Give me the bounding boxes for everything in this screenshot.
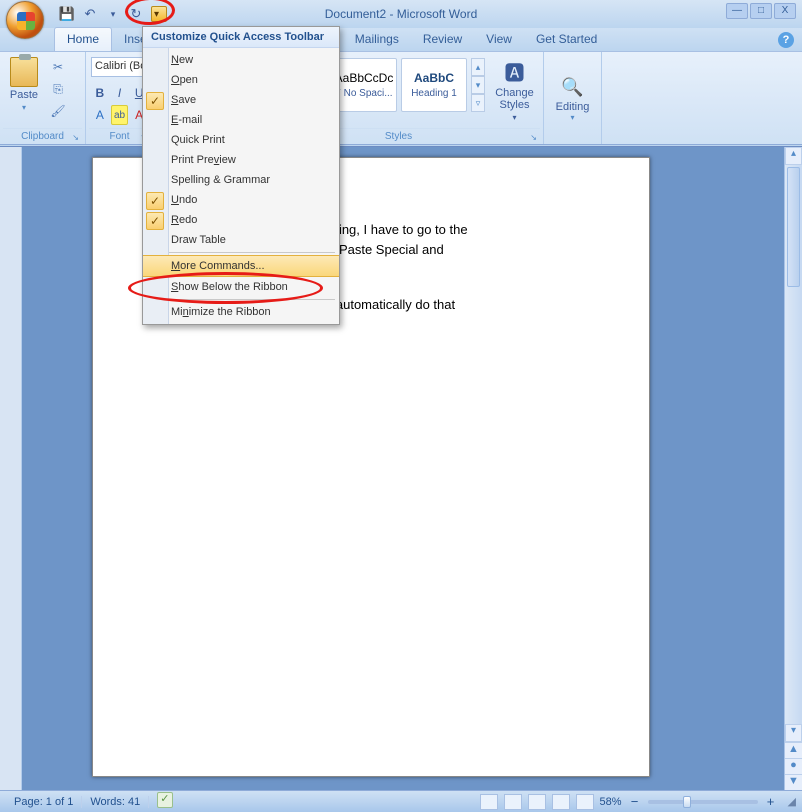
qat-undo-icon[interactable]: ↶ — [82, 6, 98, 22]
qat-menu-draw-table[interactable]: Draw Table — [143, 230, 339, 250]
view-full-screen-icon[interactable] — [504, 794, 522, 810]
vertical-scrollbar[interactable]: ▴ ▾ ▲ ● ▼ — [784, 147, 802, 790]
document-area[interactable]: hout any formatting, I have to go to the… — [22, 147, 784, 790]
group-editing: 🔍 Editing ▾ — [544, 52, 602, 144]
highlight-button[interactable]: ab — [111, 105, 129, 125]
spell-check-icon[interactable] — [157, 792, 173, 808]
paste-button[interactable]: Paste — [3, 54, 45, 120]
view-draft-icon[interactable] — [576, 794, 594, 810]
qat-menu-header: Customize Quick Access Toolbar — [143, 27, 339, 48]
text-effects-button[interactable]: A — [91, 105, 109, 125]
office-button[interactable] — [6, 1, 44, 39]
tab-view[interactable]: View — [474, 28, 524, 51]
view-print-layout-icon[interactable] — [480, 794, 498, 810]
group-clipboard: Paste ✂ ⎘ 🖌 Clipboard — [0, 52, 86, 144]
qat-menu-save[interactable]: ✓Save — [143, 90, 339, 110]
find-icon: 🔍 — [561, 77, 583, 98]
editing-button[interactable]: 🔍 Editing ▾ — [556, 77, 590, 122]
qat-menu-undo[interactable]: ✓Undo — [143, 190, 339, 210]
resize-grip-icon[interactable]: ◢ — [788, 795, 796, 808]
window-maximize-button[interactable]: □ — [750, 3, 772, 19]
format-painter-icon[interactable]: 🖌 — [49, 102, 67, 120]
italic-button[interactable]: I — [111, 83, 129, 103]
style-heading-1[interactable]: AaBbC Heading 1 — [401, 58, 467, 112]
gallery-more-icon[interactable]: ▿ — [471, 94, 485, 112]
check-icon: ✓ — [146, 192, 164, 210]
status-words[interactable]: Words: 41 — [82, 796, 149, 808]
zoom-level[interactable]: 58% — [600, 796, 622, 808]
gallery-down-icon[interactable]: ▾ — [471, 76, 485, 94]
ribbon-tabs: Home Insert Page Layout References Maili… — [0, 28, 802, 52]
change-styles-icon: 🅰 — [501, 57, 529, 85]
font-name-combo[interactable]: Calibri (Bo — [91, 57, 148, 77]
style-no-spacing[interactable]: AaBbCcDc ¶ No Spaci... — [331, 58, 397, 112]
status-bar: Page: 1 of 1 Words: 41 58% − + ◢ — [0, 790, 802, 812]
ribbon: Paste ✂ ⎘ 🖌 Clipboard Calibri (Bo B I U … — [0, 52, 802, 145]
browse-prev-icon[interactable]: ▲ — [785, 742, 802, 758]
change-styles-button[interactable]: 🅰 Change Styles ▾ — [489, 54, 540, 122]
browse-next-icon[interactable]: ▼ — [785, 774, 802, 790]
paste-label: Paste — [10, 89, 38, 101]
zoom-in-button[interactable]: + — [764, 794, 778, 809]
group-label-font[interactable]: Font — [89, 128, 150, 144]
menu-separator — [169, 252, 335, 253]
scroll-thumb[interactable] — [787, 167, 800, 287]
browse-object-icon[interactable]: ● — [785, 758, 802, 774]
zoom-slider-handle[interactable] — [683, 796, 691, 808]
tab-get-started[interactable]: Get Started — [524, 28, 609, 51]
qat-menu-new[interactable]: New — [143, 50, 339, 70]
tab-mailings[interactable]: Mailings — [343, 28, 411, 51]
window-minimize-button[interactable]: — — [726, 3, 748, 19]
gallery-up-icon[interactable]: ▴ — [471, 58, 485, 76]
workspace: hout any formatting, I have to go to the… — [0, 146, 802, 790]
copy-icon[interactable]: ⎘ — [49, 80, 67, 98]
check-icon: ✓ — [146, 92, 164, 110]
cut-icon[interactable]: ✂ — [49, 58, 67, 76]
qat-menu-minimize-ribbon[interactable]: Minimize the Ribbon — [143, 302, 339, 322]
view-outline-icon[interactable] — [552, 794, 570, 810]
qat-menu-quick-print[interactable]: Quick Print — [143, 130, 339, 150]
group-label-clipboard[interactable]: Clipboard — [3, 128, 82, 144]
check-icon: ✓ — [146, 212, 164, 230]
tab-home[interactable]: Home — [54, 27, 112, 51]
qat-save-icon[interactable]: 💾 — [59, 6, 75, 22]
status-page[interactable]: Page: 1 of 1 — [6, 796, 82, 808]
qat-undo-split-icon[interactable]: ▾ — [105, 6, 121, 22]
qat-menu-email[interactable]: E-mail — [143, 110, 339, 130]
annotation-circle-more-commands — [128, 272, 323, 304]
window-close-button[interactable]: X — [774, 3, 796, 19]
scroll-up-icon[interactable]: ▴ — [785, 147, 802, 165]
vertical-ruler — [0, 147, 22, 790]
paste-icon — [10, 57, 38, 87]
help-icon[interactable]: ? — [778, 32, 794, 48]
tab-review[interactable]: Review — [411, 28, 474, 51]
zoom-slider[interactable] — [648, 800, 758, 804]
qat-menu-spelling[interactable]: Spelling & Grammar — [143, 170, 339, 190]
qat-menu-redo[interactable]: ✓Redo — [143, 210, 339, 230]
zoom-out-button[interactable]: − — [628, 794, 642, 809]
qat-menu-print-preview[interactable]: Print Preview — [143, 150, 339, 170]
qat-menu-open[interactable]: Open — [143, 70, 339, 90]
view-web-layout-icon[interactable] — [528, 794, 546, 810]
title-bar: 💾 ↶ ▾ ↻ Document2 - Microsoft Word — □ X — [0, 0, 802, 28]
bold-button[interactable]: B — [91, 83, 109, 103]
scroll-down-icon[interactable]: ▾ — [785, 724, 802, 742]
